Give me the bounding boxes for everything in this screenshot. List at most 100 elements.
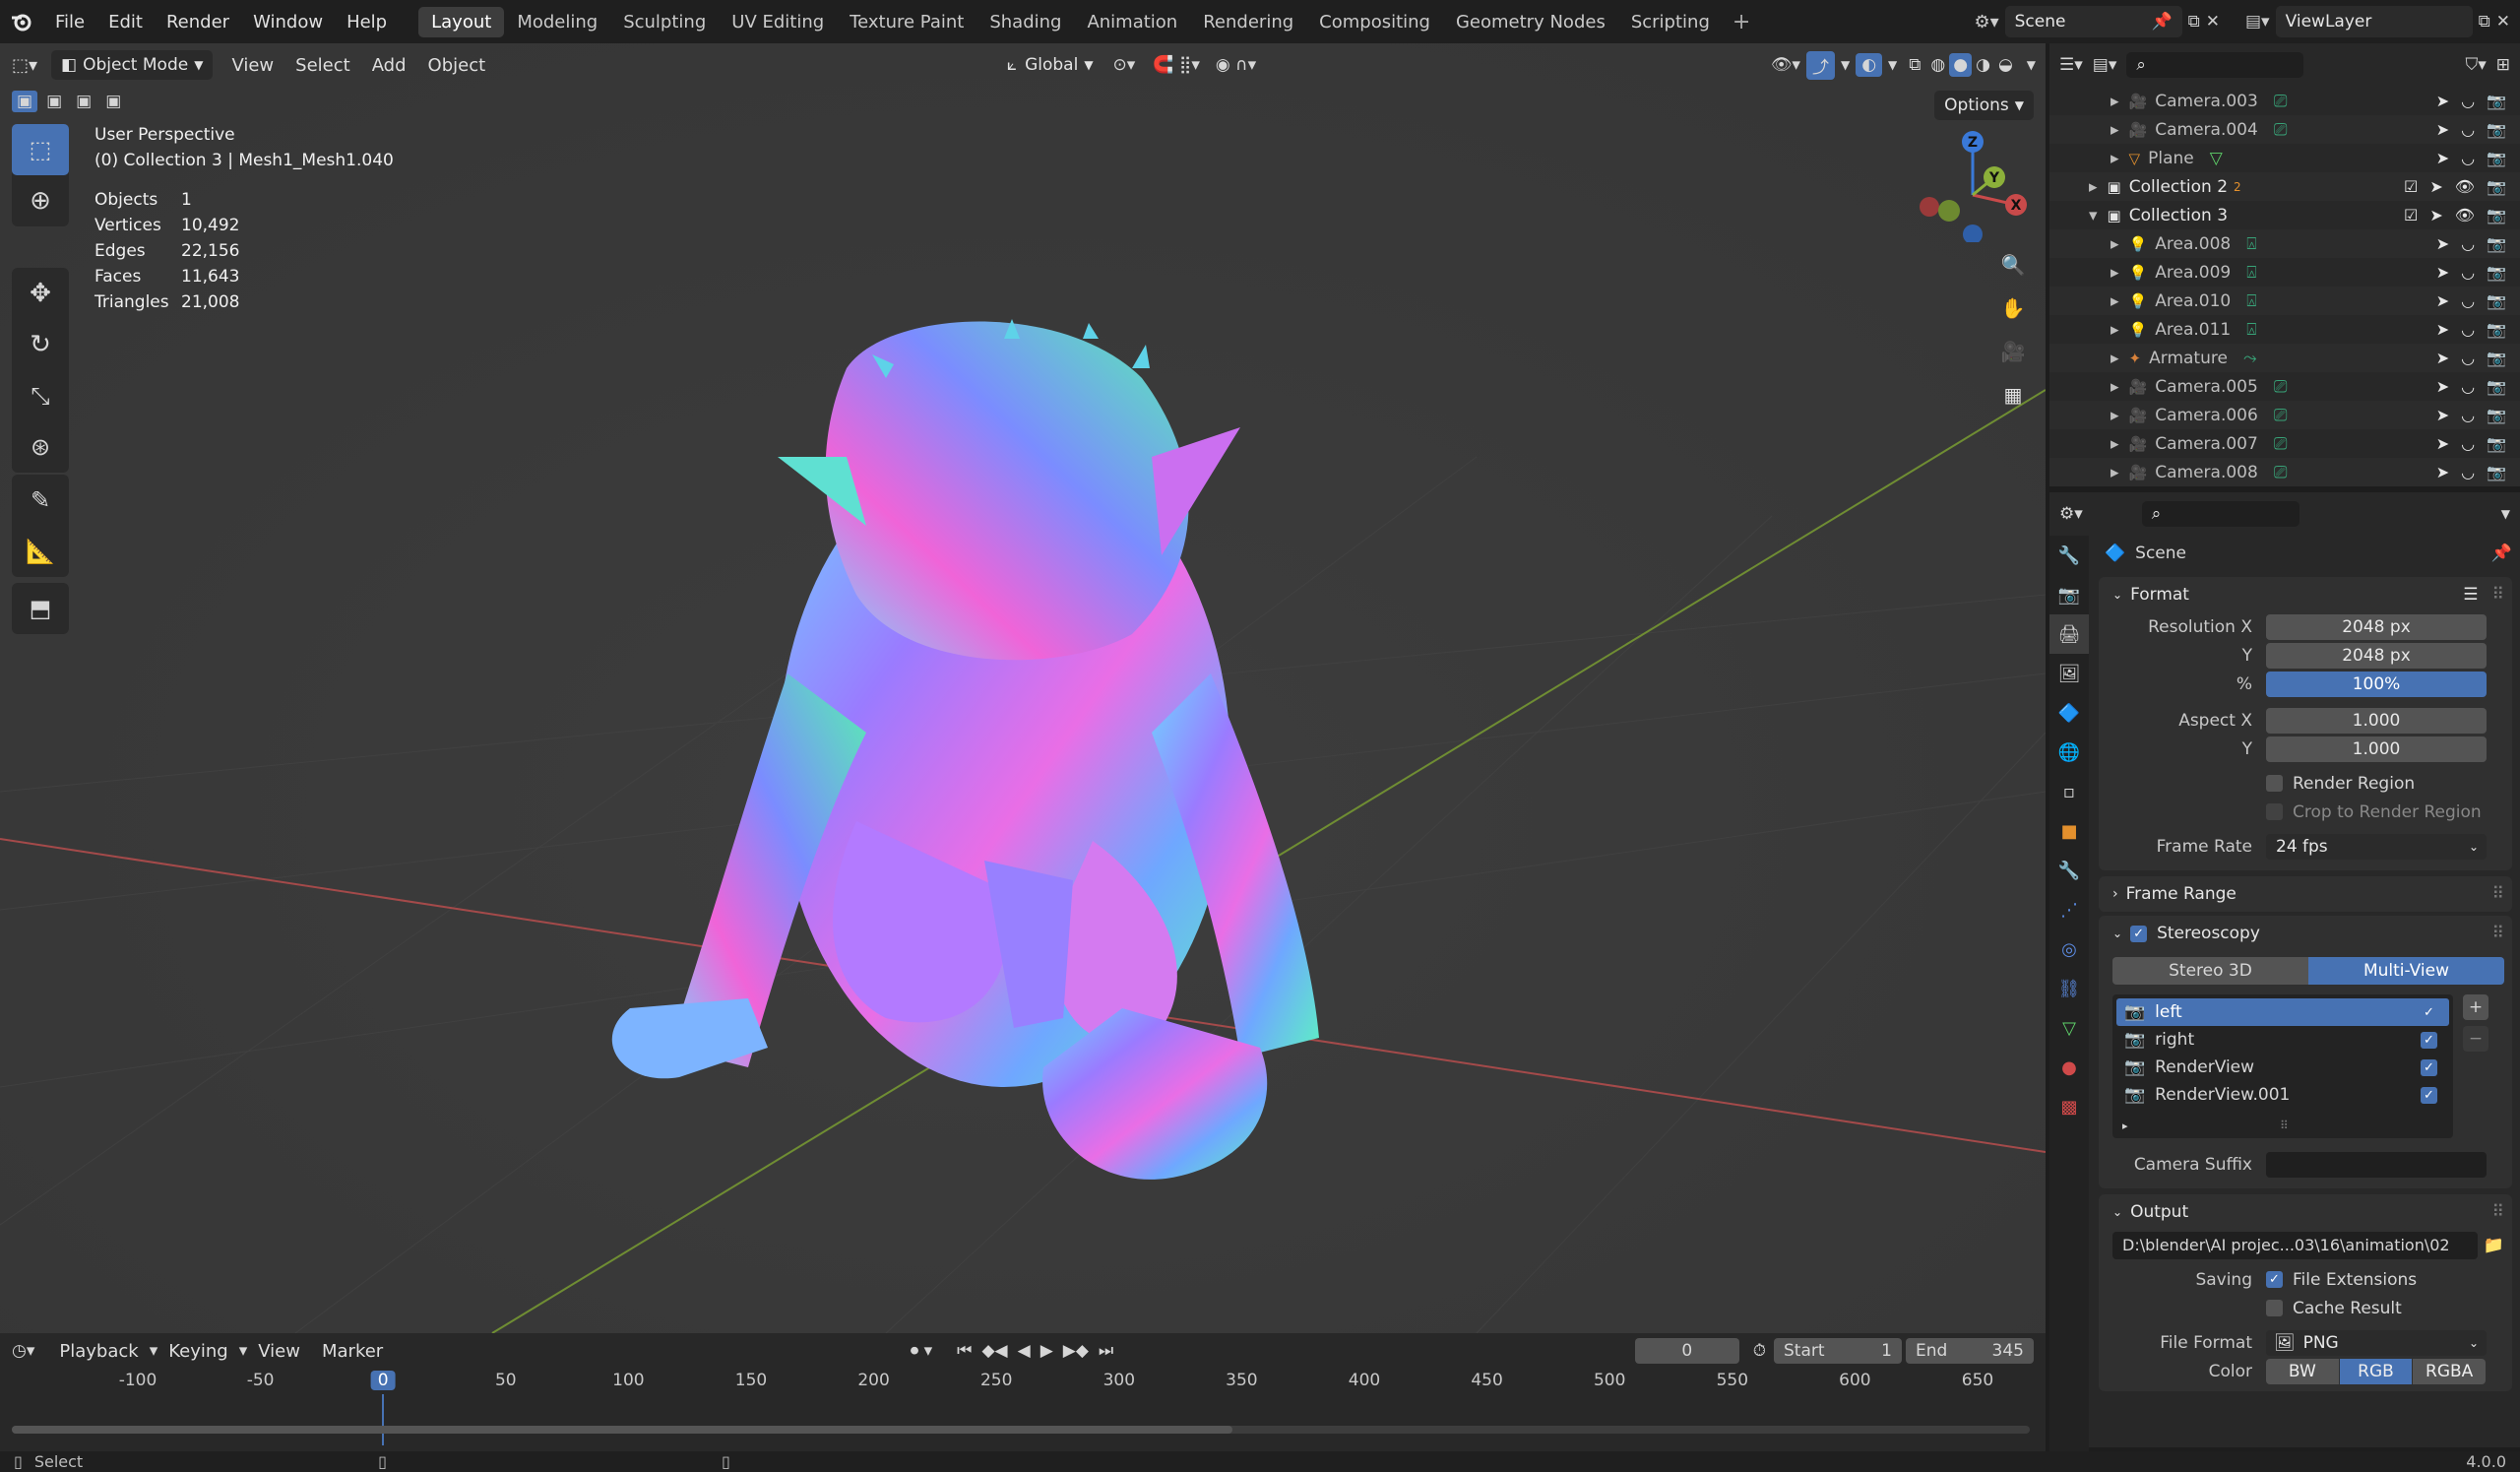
next-keyframe-icon[interactable]: ▶◆ xyxy=(1063,1341,1089,1361)
select-subtract-icon[interactable]: ▣ xyxy=(71,91,96,112)
record-icon[interactable]: ⏺ ▾ xyxy=(911,1341,932,1361)
eye-icon[interactable]: 👁 xyxy=(2455,206,2475,224)
expand-icon[interactable]: ▸ xyxy=(2122,1120,2128,1132)
material-shading-icon[interactable]: ◑ xyxy=(1972,55,1994,75)
delete-viewlayer-icon[interactable]: ✕ xyxy=(2496,12,2520,32)
menu-window[interactable]: Window xyxy=(241,12,335,32)
scale-tool[interactable]: ⤡ xyxy=(12,370,69,421)
pin-icon[interactable]: 📌 xyxy=(2151,12,2172,32)
output-tab-icon[interactable]: 🖨 xyxy=(2049,614,2089,654)
current-frame-field[interactable]: 0 xyxy=(1634,1338,1739,1364)
cursor-tool[interactable]: ⊕ xyxy=(12,175,69,226)
camera-view-icon[interactable]: 🎥 xyxy=(1994,333,2032,370)
gizmo-toggle-icon[interactable]: ⤴ xyxy=(1805,50,1835,80)
select-arrow-icon[interactable]: ➤ xyxy=(2436,120,2449,139)
perspective-grid-icon[interactable]: ▦ xyxy=(1994,376,2032,414)
view-enabled-checkbox[interactable]: ✓ xyxy=(2421,1058,2437,1076)
color-rgb-button[interactable]: RGB xyxy=(2339,1358,2413,1384)
view-enabled-checkbox[interactable]: ✓ xyxy=(2421,1031,2437,1049)
file-format-dropdown[interactable]: 🖼 PNG ⌄ xyxy=(2266,1329,2487,1356)
proportional-edit-icon[interactable]: ◉ ∩▾ xyxy=(1208,55,1264,75)
multi-view-tab[interactable]: Multi-View xyxy=(2308,957,2504,985)
select-arrow-icon[interactable]: ➤ xyxy=(2436,377,2449,396)
viewlayer-field[interactable]: ViewLayer xyxy=(2275,6,2473,37)
outliner-row[interactable]: ▸ 🎥 Camera.005 ⎚ ➤ ◡ 📷 xyxy=(2049,372,2520,401)
select-intersect-icon[interactable]: ▣ xyxy=(100,91,126,112)
eye-closed-icon[interactable]: ◡ xyxy=(2461,406,2475,424)
chevron-down-icon[interactable]: ▼ xyxy=(1882,58,1903,72)
scene-field[interactable]: Scene 📌 xyxy=(2004,6,2182,37)
eye-closed-icon[interactable]: ◡ xyxy=(2461,291,2475,310)
texture-tab-icon[interactable]: ▩ xyxy=(2049,1087,2089,1126)
timeline-scrollbar[interactable] xyxy=(12,1426,2030,1434)
color-rgba-button[interactable]: RGBA xyxy=(2413,1358,2487,1384)
clock-editor-icon[interactable]: ◷▾ xyxy=(12,1341,34,1361)
outliner-row[interactable]: ▸ ✦ Armature ⤳ ➤ ◡ 📷 xyxy=(2049,344,2520,372)
current-frame-marker[interactable]: 0 xyxy=(370,1371,396,1390)
camera-render-icon[interactable]: 📷 xyxy=(2487,349,2506,367)
outliner-row[interactable]: ▸ 💡 Area.011 ⍓ ➤ ◡ 📷 xyxy=(2049,315,2520,344)
eye-closed-icon[interactable]: ◡ xyxy=(2461,120,2475,139)
file-extensions-checkbox[interactable]: ✓ xyxy=(2266,1271,2283,1288)
viewport-menu-add[interactable]: Add xyxy=(361,55,417,76)
properties-search-input[interactable]: ⌕ xyxy=(2141,501,2300,527)
select-arrow-icon[interactable]: ➤ xyxy=(2436,92,2449,110)
timeline-menu-playback[interactable]: Playback xyxy=(48,1341,149,1362)
drag-handle-icon[interactable]: ⠿ xyxy=(2492,884,2504,904)
collection-tab-icon[interactable]: ▫ xyxy=(2049,772,2089,811)
timeline-menu-keying[interactable]: Keying xyxy=(158,1341,238,1362)
add-cube-tool[interactable]: ⬒ xyxy=(12,583,69,634)
select-arrow-icon[interactable]: ➤ xyxy=(2429,206,2442,224)
eye-closed-icon[interactable]: ◡ xyxy=(2461,263,2475,282)
select-new-icon[interactable]: ▣ xyxy=(12,91,38,112)
new-collection-icon[interactable]: ⊞ xyxy=(2496,55,2510,75)
outliner-row[interactable]: ▸ 🎥 Camera.003 ⎚ ➤ ◡ 📷 xyxy=(2049,87,2520,115)
data-tab-icon[interactable]: ▽ xyxy=(2049,1008,2089,1048)
outliner-row[interactable]: ▸ ▣ Collection 2 2 ☑ ➤ 👁 📷 xyxy=(2049,172,2520,201)
rotate-tool[interactable]: ↻ xyxy=(12,319,69,370)
view-list-item[interactable]: 📷 RenderView.001 ✓ xyxy=(2116,1081,2449,1109)
chevron-right-icon[interactable]: ▸ xyxy=(2089,177,2098,197)
overlay-toggle-icon[interactable]: ◐ xyxy=(1856,53,1883,77)
visibility-icon[interactable]: 👁▾ xyxy=(1765,55,1806,75)
include-checkbox-icon[interactable]: ☑ xyxy=(2404,206,2418,224)
end-frame-field[interactable]: End 345 xyxy=(1906,1338,2034,1364)
particles-tab-icon[interactable]: ⋰ xyxy=(2049,890,2089,929)
select-arrow-icon[interactable]: ➤ xyxy=(2436,349,2449,367)
new-viewlayer-icon[interactable]: ⧉ xyxy=(2479,12,2490,32)
play-icon[interactable]: ▶ xyxy=(1040,1341,1053,1361)
drag-handle-icon[interactable]: ⠿ xyxy=(2492,585,2504,605)
resize-handle-icon[interactable]: ⠿ xyxy=(2280,1119,2289,1132)
chevron-right-icon[interactable]: ▸ xyxy=(2110,234,2119,254)
frame-ruler[interactable]: -100 -50 0 50 100 150 200 250 300 350 400 450 500 550… xyxy=(0,1369,2046,1445)
select-box-tool[interactable]: ⬚ xyxy=(12,124,69,175)
view-list-item[interactable]: 📷 left ✓ xyxy=(2116,998,2449,1026)
editor-type-icon[interactable]: ⚙▾ xyxy=(2059,504,2083,524)
eye-closed-icon[interactable]: ◡ xyxy=(2461,434,2475,453)
select-arrow-icon[interactable]: ➤ xyxy=(2436,434,2449,453)
chevron-right-icon[interactable]: ▸ xyxy=(2110,434,2119,454)
timeline-menu-view[interactable]: View xyxy=(247,1341,311,1362)
chevron-right-icon[interactable]: ▸ xyxy=(2110,291,2119,311)
add-workspace-button[interactable]: + xyxy=(1723,10,1760,34)
outliner-row[interactable]: ▾ ▣ Collection 3 ☑ ➤ 👁 📷 xyxy=(2049,201,2520,229)
output-path-input[interactable]: D:\blender\AI projec...03\16\animation\0… xyxy=(2112,1232,2478,1259)
chevron-down-icon[interactable]: ▾ xyxy=(2089,206,2098,225)
output-header[interactable]: ⌄ Output ⠿ xyxy=(2099,1194,2512,1230)
camera-render-icon[interactable]: 📷 xyxy=(2487,120,2506,139)
camera-render-icon[interactable]: 📷 xyxy=(2487,463,2506,481)
cache-result-checkbox[interactable] xyxy=(2266,1300,2283,1316)
pan-hand-icon[interactable]: ✋ xyxy=(1994,289,2032,327)
material-tab-icon[interactable]: ● xyxy=(2049,1048,2089,1087)
include-checkbox-icon[interactable]: ☑ xyxy=(2404,177,2418,196)
chevron-right-icon[interactable]: ▸ xyxy=(2110,92,2119,111)
play-reverse-icon[interactable]: ◀ xyxy=(1018,1341,1031,1361)
physics-tab-icon[interactable]: ◎ xyxy=(2049,929,2089,969)
viewport-menu-view[interactable]: View xyxy=(220,55,284,76)
timeline-menu-marker[interactable]: Marker xyxy=(311,1341,394,1362)
outliner-row[interactable]: ▸ 🎥 Camera.006 ⎚ ➤ ◡ 📷 xyxy=(2049,401,2520,429)
tab-geometry-nodes[interactable]: Geometry Nodes xyxy=(1443,7,1618,37)
chevron-right-icon[interactable]: ▸ xyxy=(2110,463,2119,482)
outliner-row[interactable]: ▸ 🎥 Camera.008 ⎚ ➤ ◡ 📷 xyxy=(2049,458,2520,486)
jump-start-icon[interactable]: ⏮ xyxy=(957,1341,972,1361)
